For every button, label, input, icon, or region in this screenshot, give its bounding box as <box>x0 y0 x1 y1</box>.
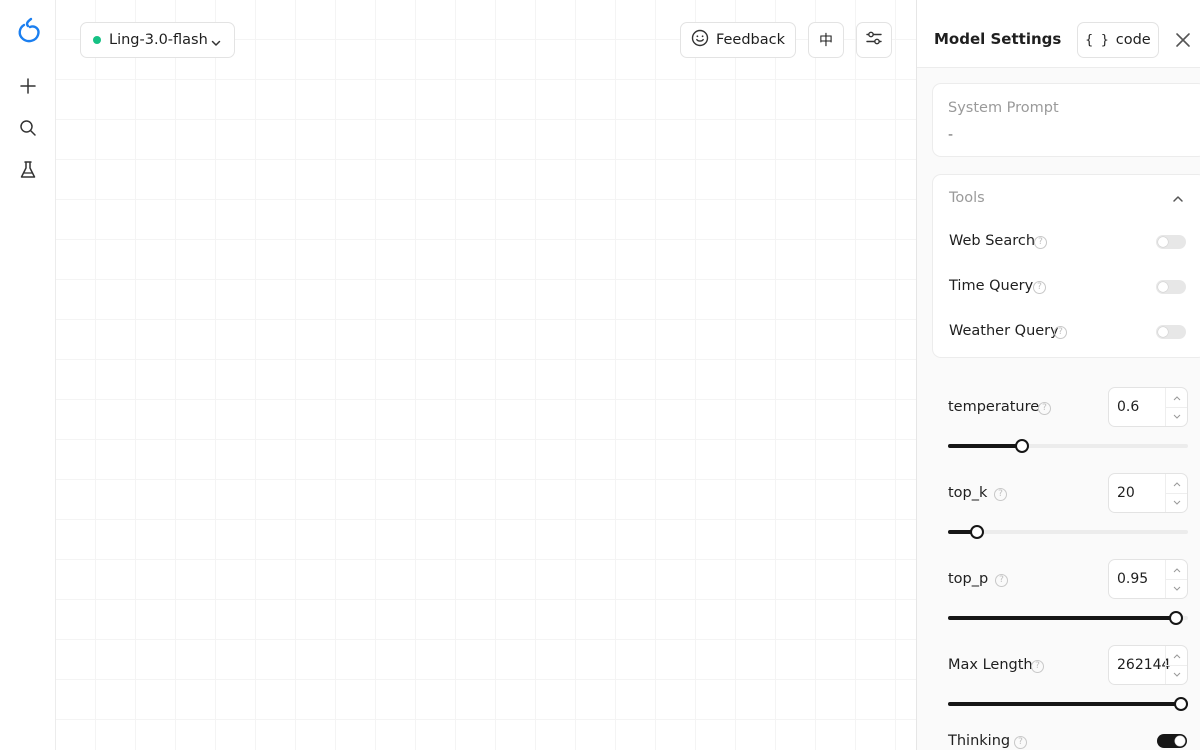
slider-thumb[interactable] <box>1174 697 1188 711</box>
model-selector[interactable]: Ling-3.0-flash <box>80 22 235 58</box>
stepper-up-icon[interactable] <box>1165 646 1187 666</box>
param-value: 0.6 <box>1117 399 1140 415</box>
logo-icon[interactable] <box>14 16 42 44</box>
stepper-down-icon[interactable] <box>1165 493 1187 512</box>
param-temperature: temperature ? 0.6 <box>948 387 1188 457</box>
chevron-up-icon[interactable] <box>1171 191 1185 210</box>
model-name: Ling-3.0-flash <box>109 32 208 48</box>
help-icon[interactable]: ? <box>1034 236 1047 249</box>
tool-row-time-query: Time Query ? <box>949 275 1187 299</box>
param-label: temperature <box>948 399 1040 415</box>
stepper-up-icon[interactable] <box>1165 474 1187 494</box>
param-label: top_p <box>948 571 989 587</box>
temperature-slider[interactable] <box>948 439 1188 453</box>
system-prompt-value: - <box>948 127 954 143</box>
tool-label: Time Query <box>949 278 1034 294</box>
help-icon[interactable]: ? <box>1031 660 1044 673</box>
tools-label: Tools <box>949 190 985 206</box>
tool-row-web-search: Web Search ? <box>949 230 1187 254</box>
top-k-input[interactable]: 20 <box>1108 473 1188 513</box>
thinking-row: Thinking ? <box>948 731 1188 750</box>
thinking-label: Thinking <box>948 733 1011 749</box>
help-icon[interactable]: ? <box>994 488 1007 501</box>
slider-fill <box>948 616 1176 620</box>
help-icon[interactable]: ? <box>995 574 1008 587</box>
left-sidebar <box>0 0 56 750</box>
help-icon[interactable]: ? <box>1038 402 1051 415</box>
feedback-label: Feedback <box>715 32 786 48</box>
flask-icon[interactable] <box>14 156 42 184</box>
help-icon[interactable]: ? <box>1014 736 1027 749</box>
slider-thumb[interactable] <box>969 525 984 539</box>
model-settings-panel: Model Settings { } code System Prompt - … <box>916 0 1200 750</box>
stepper-down-icon[interactable] <box>1165 407 1187 426</box>
stepper-down-icon[interactable] <box>1165 579 1187 598</box>
stepper-up-icon[interactable] <box>1165 388 1187 408</box>
tool-label: Web Search <box>949 233 1036 249</box>
max-length-slider[interactable] <box>948 697 1188 711</box>
top-p-input[interactable]: 0.95 <box>1108 559 1188 599</box>
top-k-slider[interactable] <box>948 525 1188 539</box>
temperature-input[interactable]: 0.6 <box>1108 387 1188 427</box>
sliders-icon <box>865 30 883 50</box>
smile-icon <box>691 29 709 51</box>
tools-card: Tools Web Search ? Time Query ? Weather … <box>932 174 1200 358</box>
language-toggle-button[interactable]: 中 <box>808 22 844 58</box>
max-length-input[interactable]: 262144 <box>1108 645 1188 685</box>
settings-toggle-button[interactable] <box>856 22 892 58</box>
time-query-toggle[interactable] <box>1156 280 1186 294</box>
system-prompt-label: System Prompt <box>948 100 1059 116</box>
slider-thumb[interactable] <box>1169 611 1183 625</box>
tool-label: Weather Query <box>949 323 1059 339</box>
code-label: code <box>1115 32 1151 48</box>
panel-title: Model Settings <box>934 30 1062 48</box>
param-top-k: top_k ? 20 <box>948 473 1188 543</box>
chat-canvas: Ling-3.0-flash Feedback 中 <box>56 0 916 750</box>
slider-fill <box>948 702 1188 706</box>
param-value: 20 <box>1117 485 1135 501</box>
param-top-p: top_p ? 0.95 <box>948 559 1188 629</box>
slider-fill <box>948 444 1023 448</box>
close-icon[interactable] <box>1173 30 1193 50</box>
app: Ling-3.0-flash Feedback 中 Model Settings… <box>0 0 1200 750</box>
param-label: top_k <box>948 485 988 501</box>
help-icon[interactable]: ? <box>1054 326 1067 339</box>
param-label: Max Length <box>948 657 1033 673</box>
system-prompt-card[interactable]: System Prompt - <box>932 83 1200 157</box>
stepper-down-icon[interactable] <box>1165 665 1187 684</box>
search-icon[interactable] <box>14 114 42 142</box>
web-search-toggle[interactable] <box>1156 235 1186 249</box>
param-value: 0.95 <box>1117 571 1149 587</box>
top-p-slider[interactable] <box>948 611 1188 625</box>
param-value: 262144 <box>1117 657 1171 673</box>
slider-thumb[interactable] <box>1015 439 1030 453</box>
new-chat-icon[interactable] <box>14 72 42 100</box>
feedback-button[interactable]: Feedback <box>680 22 796 58</box>
thinking-toggle[interactable] <box>1157 734 1187 748</box>
tool-row-weather-query: Weather Query ? <box>949 320 1187 344</box>
stepper-up-icon[interactable] <box>1165 560 1187 580</box>
weather-query-toggle[interactable] <box>1156 325 1186 339</box>
braces-icon: { } <box>1085 32 1109 48</box>
help-icon[interactable]: ? <box>1033 281 1046 294</box>
code-button[interactable]: { } code <box>1077 22 1159 58</box>
chevron-down-icon <box>210 34 222 53</box>
status-dot <box>93 36 101 44</box>
param-max-length: Max Length ? 262144 <box>948 645 1188 715</box>
panel-header: Model Settings { } code <box>917 0 1200 68</box>
